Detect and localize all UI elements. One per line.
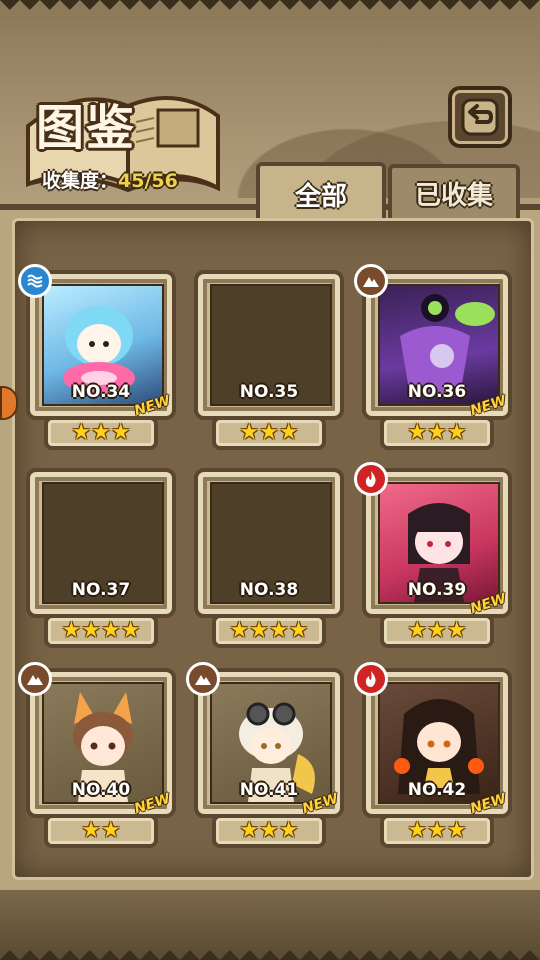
earth-icon	[186, 662, 220, 696]
bottom-background	[0, 890, 540, 960]
earth-icon	[18, 662, 52, 696]
fire-icon	[354, 462, 388, 496]
star-rating: ★★	[44, 814, 158, 848]
card-number: NO.35	[239, 382, 299, 402]
star-rating: ★★★	[44, 416, 158, 450]
character-card[interactable]: NO.42 NEW ★★★	[354, 662, 512, 852]
card-grid: NO.34 NEW ★★★ NO.35 ★★★ NO.36 NEW ★★★ NO…	[0, 0, 540, 960]
character-card[interactable]: NO.39 NEW ★★★	[354, 462, 512, 652]
star-rating: ★★★	[212, 814, 326, 848]
character-card[interactable]: NO.35 ★★★	[194, 270, 344, 454]
fire-icon	[354, 662, 388, 696]
character-card[interactable]: NO.36 NEW ★★★	[354, 264, 512, 454]
character-card[interactable]: NO.40 NEW ★★	[18, 662, 176, 852]
character-card[interactable]: NO.37 ★★★★	[26, 468, 176, 652]
star-rating: ★★★★	[44, 614, 158, 648]
character-card[interactable]: NO.38 ★★★★	[194, 468, 344, 652]
star-rating: ★★★	[380, 614, 494, 648]
star-rating: ★★★★	[212, 614, 326, 648]
star-rating: ★★★	[380, 814, 494, 848]
star-rating: ★★★	[380, 416, 494, 450]
card-number: NO.38	[239, 580, 299, 600]
character-card[interactable]: NO.41 NEW ★★★	[186, 662, 344, 852]
star-rating: ★★★	[212, 416, 326, 450]
character-card[interactable]: NO.34 NEW ★★★	[18, 264, 176, 454]
earth-icon	[354, 264, 388, 298]
bottom-zigzag-border	[0, 940, 540, 960]
card-number: NO.37	[71, 580, 131, 600]
water-icon	[18, 264, 52, 298]
